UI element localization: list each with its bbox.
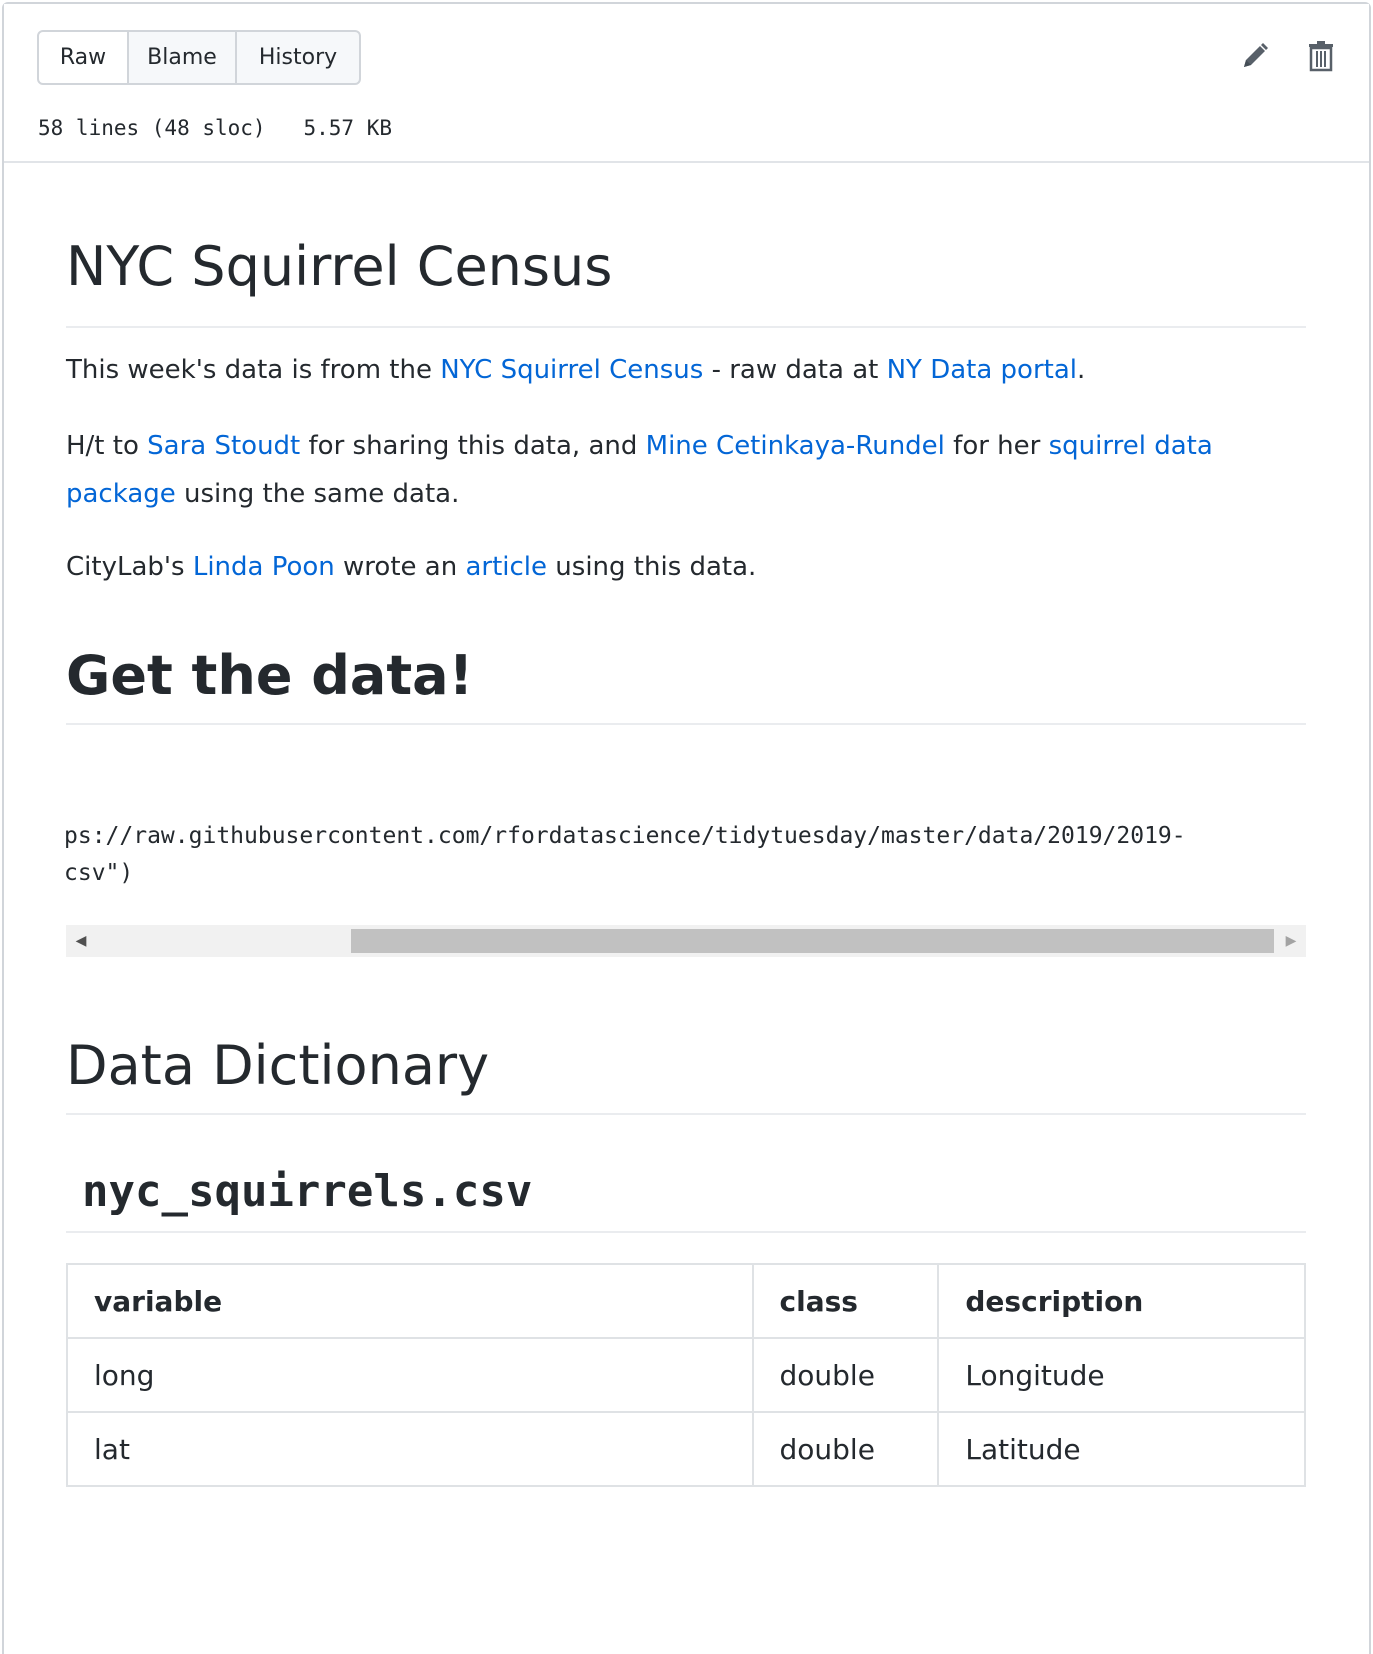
pencil-icon[interactable] (1237, 38, 1273, 74)
credits-paragraph: H/t to Sara Stoudt for sharing this data… (66, 422, 1306, 518)
table-header-row: variable class description (66, 1263, 1306, 1339)
text: wrote an (334, 552, 466, 582)
text: This week's data is from the (66, 355, 441, 385)
text: using this data. (547, 552, 757, 582)
sara-stoudt-link[interactable]: Sara Stoudt (147, 431, 300, 461)
code-block[interactable]: ps://raw.githubusercontent.com/rfordatas… (66, 818, 1306, 978)
history-button[interactable]: History (237, 30, 361, 85)
nyc-squirrel-census-link[interactable]: NYC Squirrel Census (440, 355, 703, 385)
table-cell: long (66, 1337, 754, 1413)
table-cell: double (751, 1337, 940, 1413)
text: CityLab's (66, 552, 193, 582)
horizontal-scrollbar[interactable]: ◀ ▶ (66, 925, 1306, 957)
csv-file-heading: nyc_squirrels.csv (66, 1168, 1306, 1233)
column-header: variable (66, 1263, 754, 1339)
table-row: long double Longitude (66, 1337, 1306, 1413)
file-info: 58 lines (48 sloc) 5.57 KB (38, 116, 393, 140)
get-data-heading: Get the data! (66, 638, 1306, 725)
table-cell: Longitude (937, 1337, 1306, 1413)
readme-content: NYC Squirrel Census This week's data is … (66, 163, 1306, 1487)
table-cell: lat (66, 1411, 754, 1487)
page-title: NYC Squirrel Census (66, 163, 1306, 328)
data-dictionary-heading: Data Dictionary (66, 1028, 1306, 1115)
code-line: ps://raw.githubusercontent.com/rfordatas… (66, 823, 1186, 849)
file-actions-group: Raw Blame History (37, 30, 361, 85)
column-header: class (751, 1263, 940, 1339)
data-dictionary-table: variable class description long double L… (66, 1263, 1306, 1487)
text: for sharing this data, and (300, 431, 646, 461)
text: . (1077, 355, 1086, 385)
text: - raw data at (703, 355, 887, 385)
file-header: Raw Blame History 58 lines (48 sloc) 5.5… (4, 4, 1369, 163)
intro-paragraph: This week's data is from the NYC Squirre… (66, 346, 1306, 394)
mine-cetinkaya-rundel-link[interactable]: Mine Cetinkaya-Rundel (646, 431, 945, 461)
trash-icon[interactable] (1303, 38, 1339, 74)
text: H/t to (66, 431, 148, 461)
text: using the same data. (175, 479, 460, 509)
table-cell: double (751, 1411, 940, 1487)
code-text: ps://raw.githubusercontent.com/rfordatas… (66, 818, 1186, 892)
scroll-right-arrow-icon[interactable]: ▶ (1276, 925, 1306, 957)
blame-button[interactable]: Blame (129, 30, 237, 85)
scroll-left-arrow-icon[interactable]: ◀ (66, 925, 96, 957)
raw-button[interactable]: Raw (37, 30, 129, 85)
scrollbar-thumb[interactable] (351, 929, 1274, 953)
table-cell: Latitude (937, 1411, 1306, 1487)
table-row: lat double Latitude (66, 1411, 1306, 1487)
article-link[interactable]: article (465, 552, 547, 582)
code-line: csv") (66, 860, 134, 886)
column-header: description (937, 1263, 1306, 1339)
text: for her (944, 431, 1049, 461)
ny-data-portal-link[interactable]: NY Data portal (887, 355, 1077, 385)
citylab-paragraph: CityLab's Linda Poon wrote an article us… (66, 543, 1306, 591)
linda-poon-link[interactable]: Linda Poon (193, 552, 335, 582)
